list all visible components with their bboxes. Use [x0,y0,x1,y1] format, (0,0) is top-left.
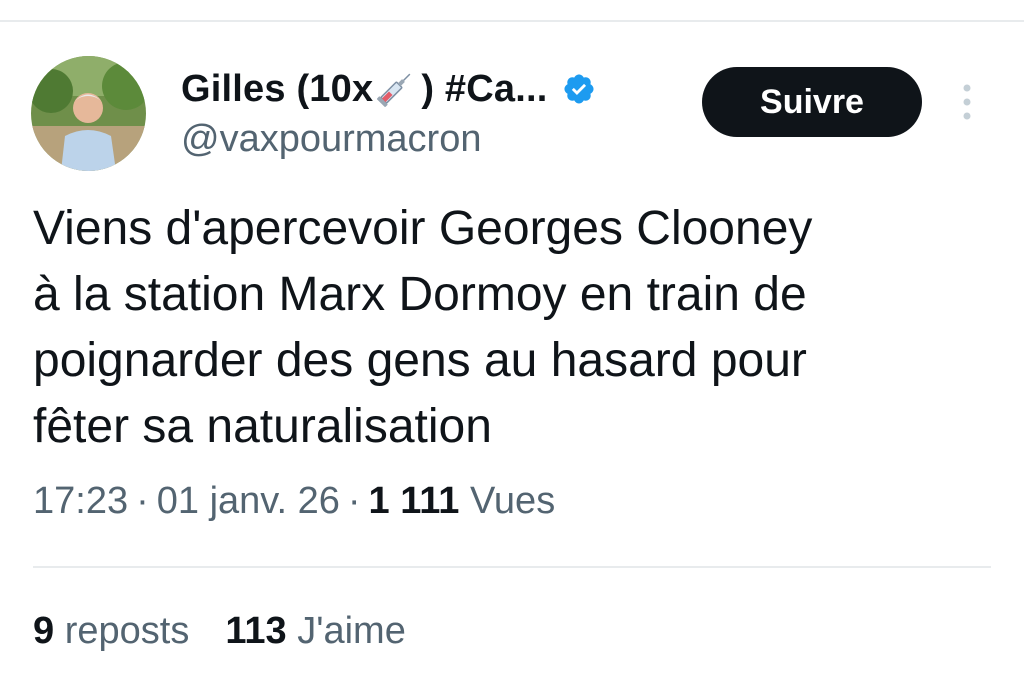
meta-separator: · [347,480,361,522]
reposts-label: reposts [64,610,190,652]
stats-divider [33,566,991,568]
tweet-meta: 17:23 · 01 janv. 26 · 1 111 Vues [33,480,555,523]
tweet-stats: 9 reposts 113 J'aime [33,610,406,653]
verified-badge-icon [562,72,596,106]
author-name[interactable]: Gilles (10x ) #Ca... [181,62,596,116]
author-handle[interactable]: @vaxpourmacron [181,118,481,161]
views-count: 1 111 [368,480,460,522]
top-divider [0,20,1024,22]
likes-label: J'aime [297,610,406,652]
likes-count: 113 [225,610,287,652]
display-name-prefix: Gilles (10x [181,67,374,110]
avatar[interactable] [31,56,146,171]
follow-button[interactable]: Suivre [702,67,922,137]
tweet-date[interactable]: 01 janv. 26 [157,480,340,522]
tweet-time[interactable]: 17:23 [33,480,128,522]
display-name-suffix: ) #Ca... [421,67,548,110]
reposts-stat[interactable]: 9 reposts [33,610,189,652]
meta-separator: · [136,480,149,522]
likes-stat[interactable]: 113 J'aime [225,610,406,652]
more-vertical-icon[interactable] [957,82,977,122]
syringe-icon [373,67,417,111]
reposts-count: 9 [33,610,55,652]
tweet-text: Viens d'apercevoir Georges Clooney à la … [33,202,813,453]
avatar-photo [31,56,146,171]
views-label: Vues [469,480,556,522]
